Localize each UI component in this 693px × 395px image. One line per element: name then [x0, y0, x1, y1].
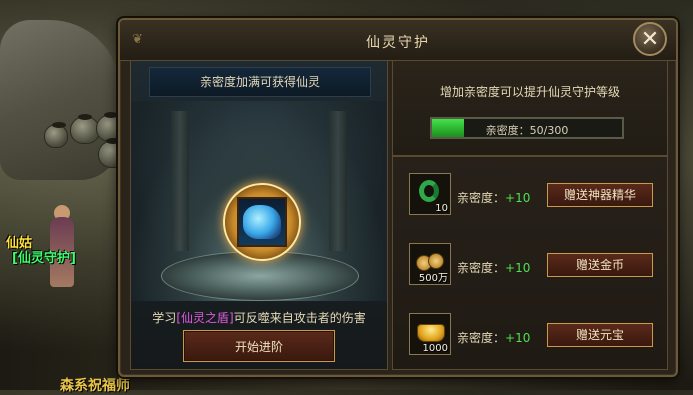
spirit-portrait [237, 197, 287, 247]
desc-suffix: 可反噬来自攻击者的伤害 [233, 311, 366, 325]
spirit-preview-panel: 亲密度加满可获得仙灵 学习[仙灵之盾]可反噬来自攻击者的伤害 开始进阶 [130, 60, 388, 370]
gift-row: 500万 亲密度：+10 赠送金币 [393, 227, 667, 297]
item-quantity: 10 [435, 203, 448, 214]
affinity-gain-value: +10 [505, 261, 531, 275]
gift-gold-button[interactable]: 赠送金币 [547, 253, 653, 277]
affinity-gain-label: 亲密度： [457, 191, 506, 205]
affinity-gain: 亲密度：+10 [457, 259, 530, 276]
affinity-gain-label: 亲密度： [457, 331, 506, 345]
affinity-progress-bar: 亲密度：50/300 [430, 117, 624, 139]
dialog-titlebar: ❦ 仙灵守护 ✕ [120, 20, 676, 61]
stage-pillar [329, 111, 347, 251]
npc-title: [仙灵守护] [12, 251, 76, 266]
spirit-stage [131, 101, 387, 301]
affinity-gain-label: 亲密度： [457, 261, 506, 275]
desc-prefix: 学习 [152, 311, 177, 325]
preview-header: 亲密度加满可获得仙灵 [149, 67, 371, 97]
fairy-guard-dialog: ❦ 仙灵守护 ✕ 亲密度加满可获得仙灵 学习[仙灵之盾]可反噬来自攻击者的伤害 … [118, 18, 678, 377]
item-slot[interactable]: 10 [409, 173, 451, 215]
close-button[interactable]: ✕ [633, 22, 667, 56]
affinity-hint: 增加亲密度可以提升仙灵守护等级 [439, 85, 620, 99]
gift-yuanbao-button[interactable]: 赠送元宝 [547, 323, 653, 347]
skill-description: 学习[仙灵之盾]可反噬来自攻击者的伤害 [131, 309, 387, 326]
spirit-medallion[interactable] [223, 183, 301, 261]
npc2-name: 森系祝福师 [60, 378, 130, 394]
coin [428, 253, 444, 269]
gold-ingot-icon [417, 324, 445, 342]
gift-artifact-essence-button[interactable]: 赠送神器精华 [547, 183, 653, 207]
gift-row: 1000 亲密度：+10 赠送元宝 [393, 297, 667, 367]
dialog-title: 仙灵守护 [366, 35, 430, 51]
skill-name: [仙灵之盾] [176, 311, 234, 325]
jade-ring-icon [419, 180, 439, 202]
gift-list: 10 亲密度：+10 赠送神器精华 500万 亲密度：+10 赠送金币 1000… [392, 156, 668, 370]
item-quantity: 500万 [418, 273, 448, 284]
gift-row: 10 亲密度：+10 赠送神器精华 [393, 157, 667, 227]
affinity-gain: 亲密度：+10 [457, 189, 530, 206]
affinity-progress-label: 亲密度：50/300 [485, 124, 569, 137]
affinity-gain: 亲密度：+10 [457, 329, 530, 346]
affinity-panel: 增加亲密度可以提升仙灵守护等级 亲密度：50/300 [392, 60, 668, 156]
start-advance-button[interactable]: 开始进阶 [183, 330, 335, 362]
item-slot[interactable]: 500万 [409, 243, 451, 285]
item-quantity: 1000 [422, 343, 448, 354]
spirit-beast-icon [243, 205, 281, 239]
stage-pillar [171, 111, 189, 251]
clay-pot [44, 122, 68, 148]
item-slot[interactable]: 1000 [409, 313, 451, 355]
affinity-gain-value: +10 [505, 191, 531, 205]
affinity-gain-value: +10 [505, 331, 531, 345]
